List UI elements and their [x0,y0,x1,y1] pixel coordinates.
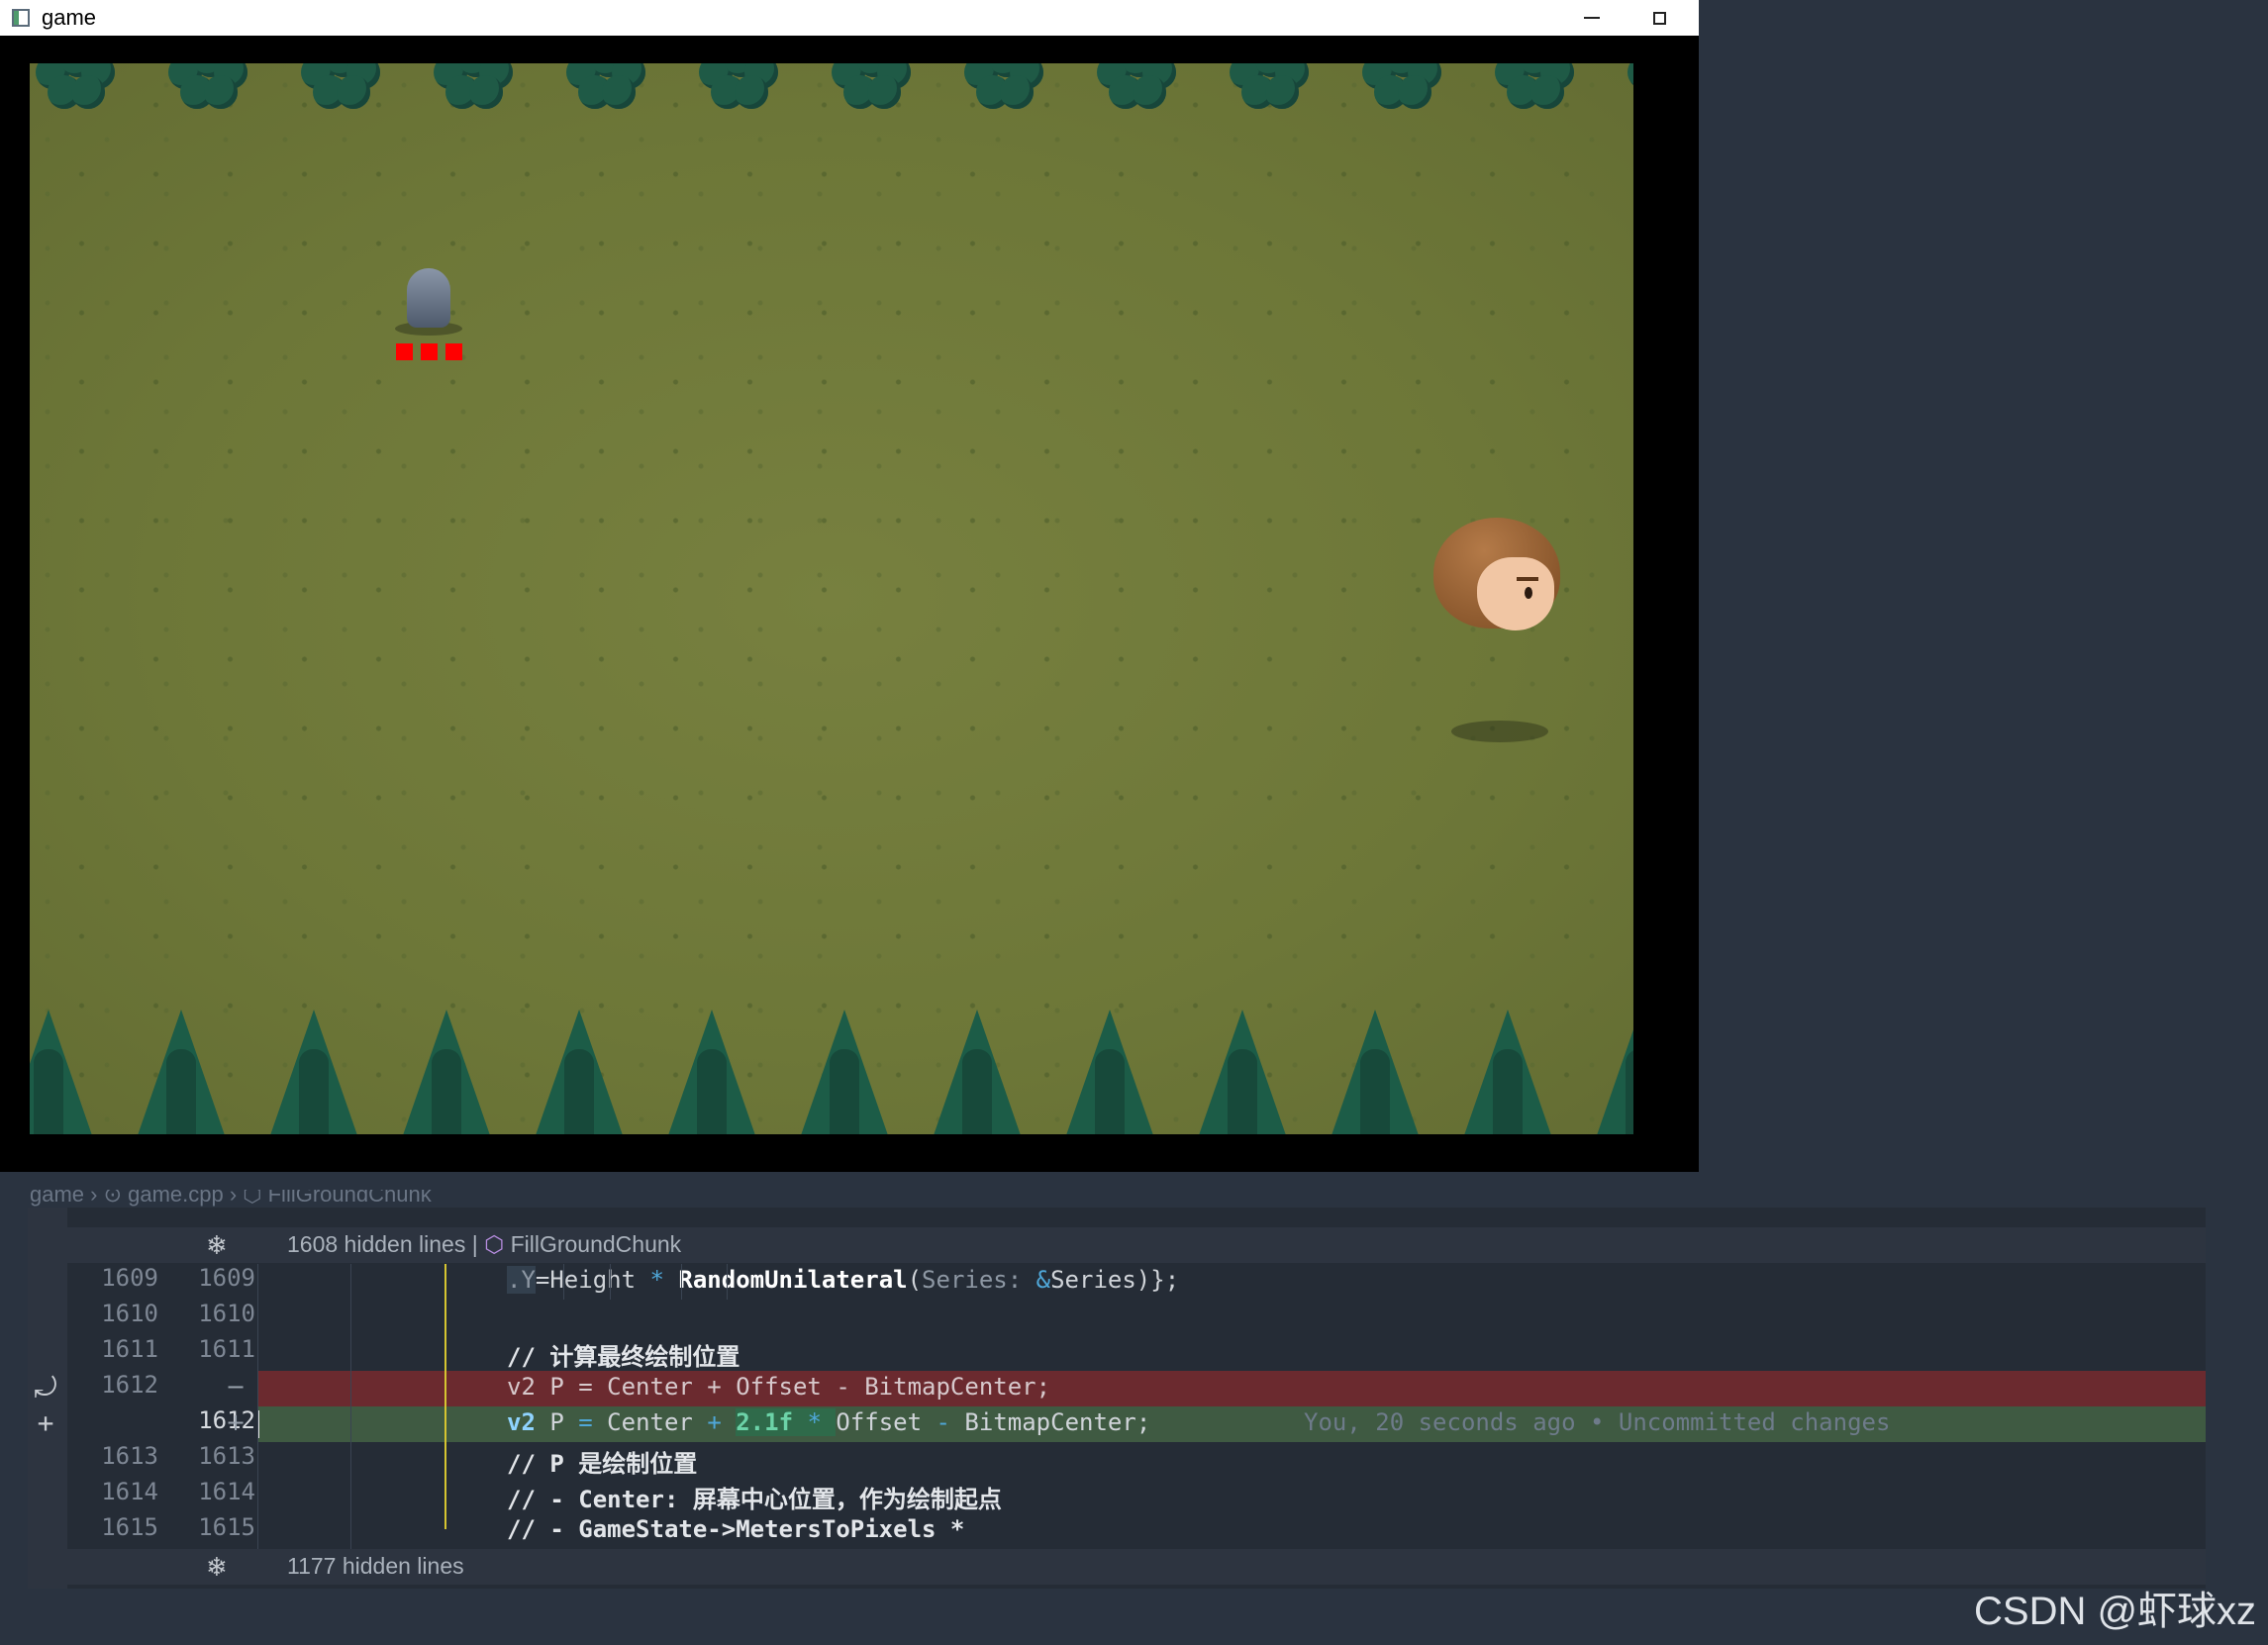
pine-tree-tile [535,1010,624,1134]
line-number-old: 1610 [101,1300,158,1327]
line-number-old: 1615 [101,1513,158,1541]
symbol-name: FillGroundChunk [510,1231,682,1257]
line-number-new: 1614 [198,1478,255,1505]
removed-line[interactable]: ⤾ 1612 − v2 P = Center + Offset - Bitmap… [28,1371,2206,1406]
line-number-old: 1609 [101,1264,158,1292]
title-bar[interactable]: game [0,0,1699,36]
indent-guide [350,1264,351,1549]
maximize-icon [1652,11,1666,25]
flower-tile [832,63,911,115]
line-number-old: 1611 [101,1335,158,1363]
line-number-new: 1611 [198,1335,255,1363]
code-line[interactable]: 1611 1611 // 计算最终绘制位置 [28,1335,2206,1371]
code-line[interactable]: 1614 1614 // - Center: 屏幕中心位置，作为绘制起点 [28,1478,2206,1513]
game-window: game [0,0,1699,1172]
flower-tile [36,63,115,115]
pine-tree-tile [1065,1010,1154,1134]
app-icon [12,9,30,27]
line-number-old: 1613 [101,1442,158,1470]
revert-icon[interactable]: ⤾ [28,1371,63,1404]
line-number-new: 1613 [198,1442,255,1470]
hidden-lines-count: 1608 hidden lines [287,1231,466,1257]
indent-guide [257,1264,258,1549]
health-point [445,343,462,360]
player-hero-head [1433,518,1564,636]
separator: | [471,1231,478,1257]
code-line[interactable]: 1613 1613 // P 是绘制位置 [28,1442,2206,1478]
enemy-health-bar [396,343,462,360]
flower-tile [168,63,247,115]
symbol-icon: ⬡ [484,1231,505,1257]
flower-tile [1627,63,1633,115]
hidden-lines-top[interactable]: ❄ 1608 hidden lines | ⬡ FillGroundChunk [67,1227,2206,1263]
code-diff-editor[interactable]: ❄ 1608 hidden lines | ⬡ FillGroundChunk … [28,1208,2206,1589]
flower-tile [1097,63,1176,115]
code-text: v2 P = Center + 2.1f * Offset - BitmapCe… [507,1408,1151,1436]
pine-tree-tile [667,1010,756,1134]
pine-tree-tile [1198,1010,1287,1134]
added-line[interactable]: + 1612 + v2 P = Center + 2.1f * Offset -… [28,1406,2206,1442]
line-number-old: 1614 [101,1478,158,1505]
git-blame-annotation: You, 20 seconds ago • Uncommitted change… [1304,1408,1891,1436]
pine-tree-tile [269,1010,358,1134]
hidden-lines-count: 1177 hidden lines [287,1553,464,1579]
comment-text: // P 是绘制位置 [507,1450,698,1478]
maximize-button[interactable] [1641,0,1677,36]
code-line[interactable]: 1610 1610 [28,1300,2206,1335]
comment-text: // - GameState->MetersToPixels * [507,1515,965,1543]
unfold-icon[interactable]: ❄ [206,1230,228,1261]
pine-tree-tile [30,1010,93,1134]
flower-tile [699,63,778,115]
flower-tile [1230,63,1309,115]
flower-tile [1362,63,1441,115]
added-marker: + [226,1408,247,1436]
code-text: v2 P = Center + Offset - BitmapCenter; [507,1373,1051,1401]
comment-text: // 计算最终绘制位置 [507,1343,740,1371]
active-indent-guide [444,1264,446,1529]
line-number-new: 1609 [198,1264,255,1292]
flower-tile [566,63,645,115]
flower-tile [434,63,513,115]
watermark: CSDN @虾球xz [1974,1590,2257,1633]
pine-tree-tile [137,1010,226,1134]
unfold-icon[interactable]: ❄ [206,1552,228,1583]
code-line[interactable]: 1615 1615 // - GameState->MetersToPixels… [28,1513,2206,1549]
pine-tree-tile [933,1010,1022,1134]
game-canvas[interactable] [30,63,1633,1134]
line-number-new: 1610 [198,1300,255,1327]
window-title: game [42,5,97,30]
enemy-sprite [395,266,462,336]
code-text: .Y=Height * RandomUnilateral(Series: &Se… [507,1266,1180,1294]
indent-guide [681,1264,682,1300]
minimize-icon [1584,17,1600,19]
health-point [421,343,438,360]
health-point [396,343,413,360]
line-number-old: 1612 [101,1371,158,1399]
flower-tile [964,63,1043,115]
flower-tile [1495,63,1574,115]
pine-tree-tile [1331,1010,1420,1134]
hidden-lines-bottom[interactable]: ❄ 1177 hidden lines [67,1549,2206,1585]
indent-guide [563,1264,564,1300]
line-number-new: 1615 [198,1513,255,1541]
pine-tree-tile [1596,1010,1633,1134]
code-line[interactable]: 1609 1609 .Y=Height * RandomUnilateral(S… [28,1264,2206,1300]
pine-tree-tile [402,1010,491,1134]
pine-tree-tile [800,1010,889,1134]
pine-tree-tile [1463,1010,1552,1134]
minimize-button[interactable] [1574,0,1610,36]
indent-guide [610,1264,611,1300]
removed-marker: − [226,1373,247,1401]
indent-guide [727,1264,728,1300]
player-shadow [1451,721,1548,742]
comment-text: // - Center: 屏幕中心位置，作为绘制起点 [507,1486,1002,1513]
add-icon[interactable]: + [28,1406,63,1439]
flower-tile [301,63,380,115]
